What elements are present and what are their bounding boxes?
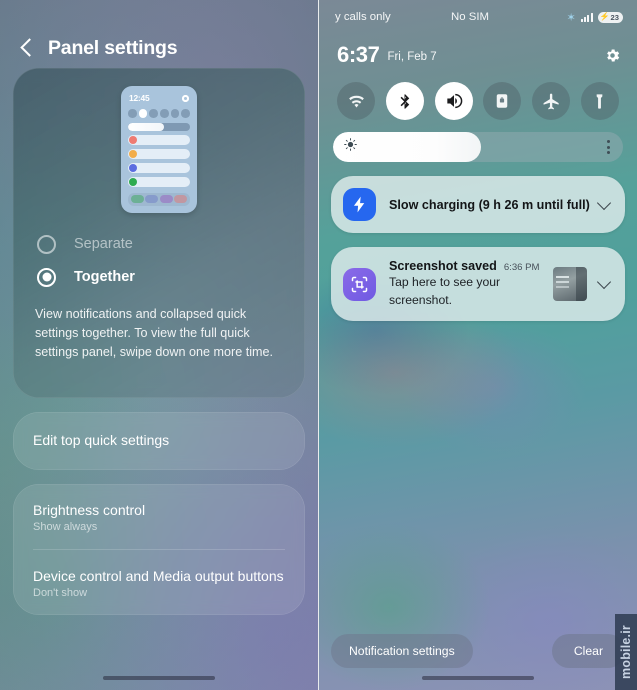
quick-toggles-row: [319, 72, 637, 120]
preview-dot: [181, 109, 190, 118]
screenshot-thumbnail[interactable]: [553, 267, 587, 301]
preview-tray: [128, 192, 190, 206]
airplane-mode-toggle[interactable]: [532, 82, 571, 120]
option-together[interactable]: Together: [13, 267, 305, 287]
preview-notification-row: [128, 162, 190, 173]
more-vertical-icon[interactable]: [597, 132, 619, 162]
brightness-slider[interactable]: [333, 132, 623, 162]
signal-bars-icon: [580, 12, 593, 22]
panel-preview-illustration: 12:45: [121, 86, 197, 213]
notification-title: Slow charging (9 h 26 m until full): [389, 197, 590, 212]
header: Panel settings: [0, 0, 318, 59]
option-description: View notifications and collapsed quick s…: [35, 306, 274, 359]
chevron-down-icon[interactable]: [596, 274, 612, 290]
preview-notification-icon: [129, 177, 137, 186]
display-options-card: Brightness control Show always Device co…: [13, 483, 305, 615]
preview-brightness-slider: [128, 122, 190, 131]
preview-dot: [170, 109, 180, 118]
flashlight-toggle[interactable]: [580, 82, 619, 120]
brightness-icon: [343, 137, 358, 157]
edit-top-quick-settings-label: Edit top quick settings: [33, 431, 170, 448]
preview-dot: [149, 109, 158, 118]
notification-screenshot[interactable]: Screenshot saved 6:36 PM Tap here to see…: [331, 247, 625, 321]
edit-top-quick-settings-row[interactable]: Edit top quick settings: [13, 411, 305, 470]
preview-dot: [138, 109, 148, 118]
clock-date: Fri, Feb 7: [387, 51, 437, 63]
panel-settings-screen: Panel settings 12:45 Separate Together V…: [0, 0, 318, 690]
gear-icon: [182, 94, 189, 102]
preview-dot: [128, 109, 137, 118]
notification-actions: Notification settings Clear: [319, 634, 637, 668]
charging-bolt-icon: [343, 188, 376, 221]
battery-percent-label: 23: [610, 12, 619, 22]
preview-statusbar: 12:45: [127, 93, 191, 103]
clock-time: 6:37: [337, 42, 380, 67]
gear-icon[interactable]: [604, 47, 621, 64]
device-control-subtitle: Don't show: [33, 586, 88, 599]
home-gesture-bar[interactable]: [103, 676, 215, 680]
watermark: mobile.ir: [615, 614, 637, 690]
chevron-left-icon[interactable]: [20, 38, 39, 57]
notification-settings-button[interactable]: Notification settings: [331, 634, 473, 668]
preview-tray-chip: [145, 195, 159, 203]
quick-settings-panel: y calls only No SIM ✶ ⚡ 23 6:37 Fri, Feb…: [319, 0, 637, 690]
notification-body: Screenshot saved 6:36 PM Tap here to see…: [376, 259, 553, 309]
clock-row: 6:37 Fri, Feb 7: [319, 34, 637, 72]
preview-notification-icon: [129, 163, 137, 172]
panel-layout-card: 12:45 Separate Together View notificatio…: [13, 68, 305, 398]
preview-time: 12:45: [129, 93, 150, 103]
preview-tray-chip: [174, 195, 188, 203]
preview-toggle-dots: [128, 109, 190, 118]
battery-charging-icon: ⚡ 23: [597, 11, 623, 23]
brightness-control-title: Brightness control: [33, 501, 146, 518]
radio-separate[interactable]: [37, 234, 56, 254]
radio-together[interactable]: [37, 267, 56, 287]
notification-charging[interactable]: Slow charging (9 h 26 m until full): [331, 176, 625, 233]
chevron-down-icon[interactable]: [596, 195, 612, 210]
device-control-title: Device control and Media output buttons: [33, 567, 284, 584]
notification-title-row: Slow charging (9 h 26 m until full): [389, 198, 591, 212]
carrier-label: y calls only: [335, 11, 391, 23]
preview-tray-chip: [130, 195, 144, 203]
notification-title: Screenshot saved: [389, 259, 497, 273]
option-separate-label: Separate: [74, 236, 133, 252]
option-together-label: Together: [74, 269, 135, 285]
bolt-glyph: ⚡: [599, 12, 610, 21]
device-control-row[interactable]: Device control and Media output buttons …: [13, 550, 305, 615]
wifi-toggle[interactable]: [337, 82, 375, 120]
status-bar: y calls only No SIM ✶ ⚡ 23: [319, 0, 637, 34]
preview-notification-icon: [129, 149, 137, 158]
notification-time: 6:36 PM: [503, 262, 540, 273]
notification-body: Slow charging (9 h 26 m until full): [376, 198, 591, 212]
preview-dot: [160, 109, 169, 118]
auto-rotate-toggle[interactable]: [483, 82, 522, 120]
page-title: Panel settings: [48, 36, 178, 59]
home-gesture-bar[interactable]: [422, 676, 534, 680]
preview-notification-icon: [129, 135, 137, 144]
watermark-label: mobile.ir: [619, 625, 633, 679]
preview-notification-row: [128, 134, 190, 145]
option-separate[interactable]: Separate: [13, 234, 305, 254]
bluetooth-toggle[interactable]: [385, 82, 424, 120]
screen: Panel settings 12:45 Separate Together V…: [0, 0, 637, 690]
brightness-control-row[interactable]: Brightness control Show always: [13, 484, 305, 549]
notification-title-row: Screenshot saved 6:36 PM: [389, 259, 553, 273]
preview-notification-row: [128, 148, 190, 159]
brightness-track[interactable]: [333, 132, 597, 162]
notification-subtitle: Tap here to see your screenshot.: [389, 275, 501, 307]
brightness-control-subtitle: Show always: [33, 520, 98, 533]
bluetooth-icon: ✶: [566, 11, 576, 24]
screenshot-crop-icon: [343, 267, 376, 301]
preview-notification-row: [128, 176, 190, 187]
sound-toggle[interactable]: [434, 82, 473, 120]
preview-tray-chip: [159, 195, 173, 203]
status-icons: ✶ ⚡ 23: [566, 11, 623, 24]
sim-status-label: No SIM: [451, 11, 489, 23]
